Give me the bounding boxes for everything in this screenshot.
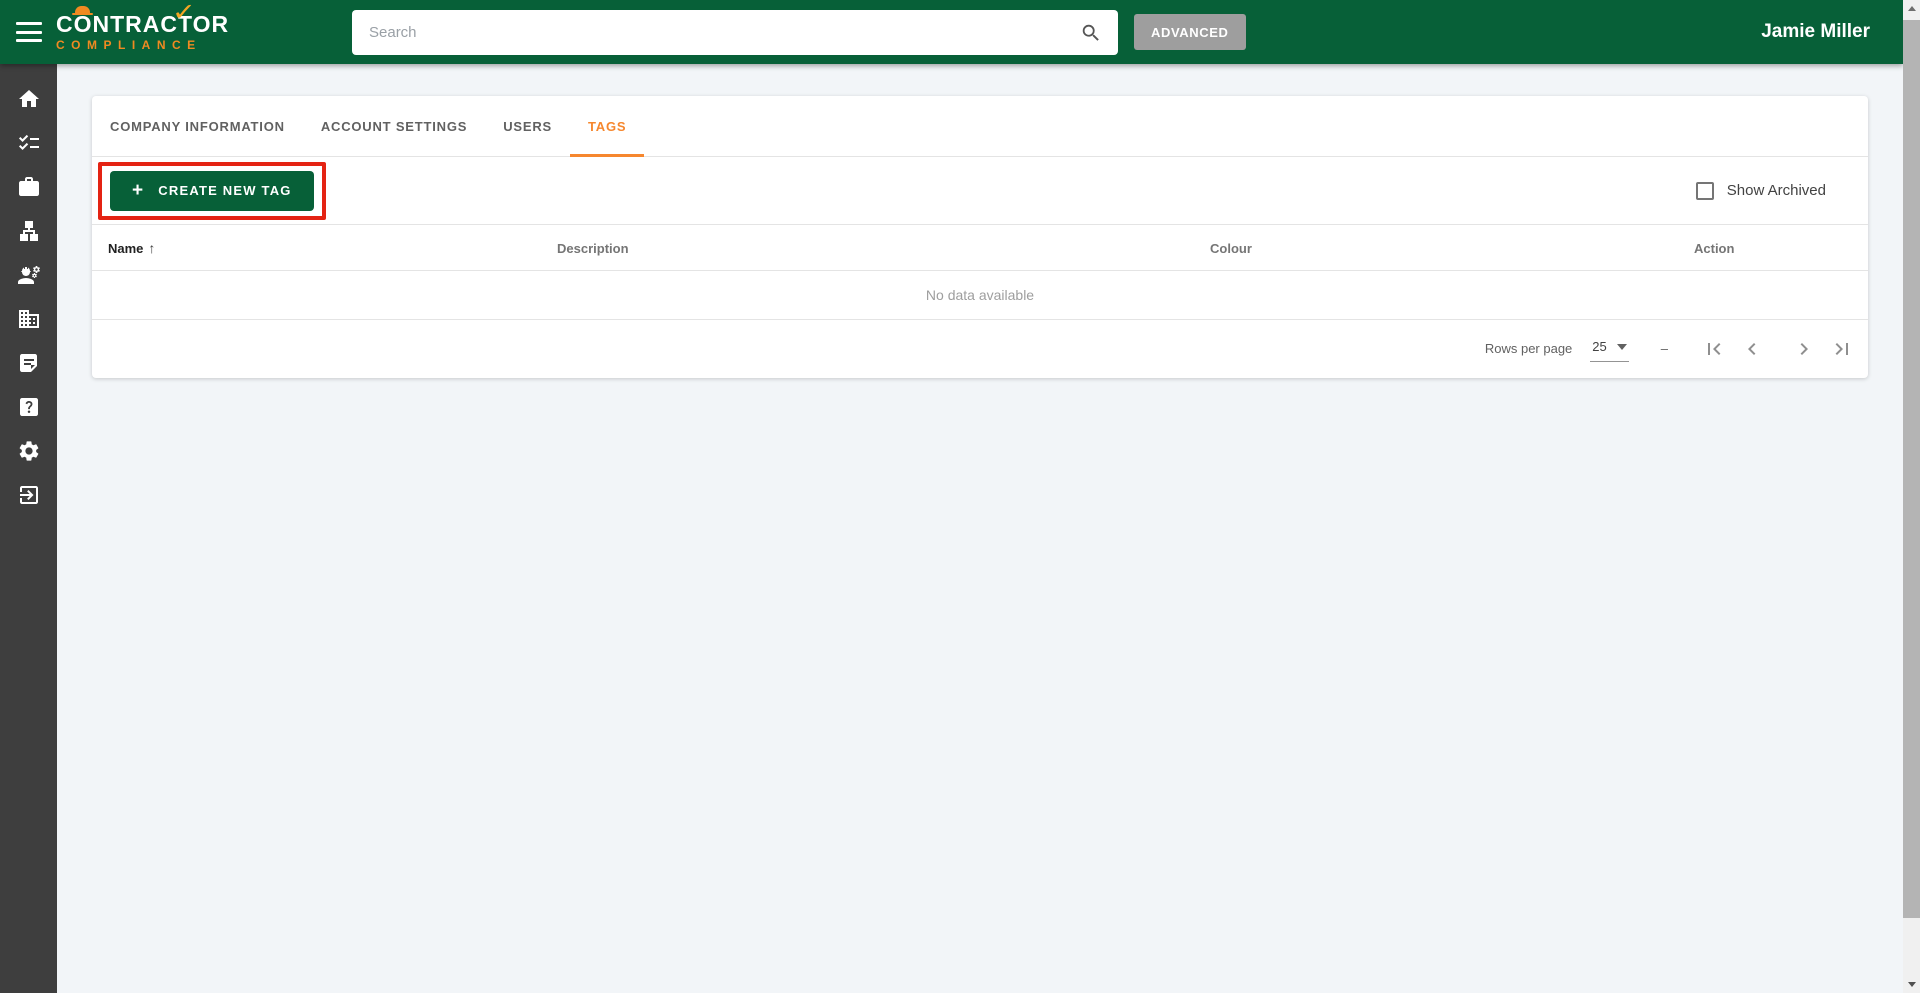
settings-card: COMPANY INFORMATION ACCOUNT SETTINGS USE…	[92, 96, 1868, 378]
annotation-highlight: + CREATE NEW TAG	[98, 161, 326, 220]
show-archived-control[interactable]: Show Archived	[1695, 181, 1826, 200]
tab-bar: COMPANY INFORMATION ACCOUNT SETTINGS USE…	[92, 96, 1868, 157]
document-icon	[19, 354, 37, 372]
settings-gear-icon	[19, 441, 38, 461]
briefcase-icon	[18, 177, 39, 196]
sidebar-item-logout[interactable]	[0, 473, 57, 517]
check-mark-icon: ✓	[171, 0, 198, 26]
rows-per-page-label: Rows per page	[1484, 341, 1573, 356]
create-new-tag-button[interactable]: + CREATE NEW TAG	[110, 170, 314, 211]
tab-account-settings[interactable]: ACCOUNT SETTINGS	[303, 96, 485, 156]
sidebar-item-help[interactable]	[0, 385, 57, 429]
advanced-search-button[interactable]: ADVANCED	[1134, 14, 1246, 50]
empty-table-message: No data available	[92, 271, 1868, 320]
tab-users[interactable]: USERS	[485, 96, 570, 156]
building-icon	[18, 310, 39, 328]
tab-company-information[interactable]: COMPANY INFORMATION	[92, 96, 303, 156]
logo-line-1: CONTRACTOR ✓	[56, 0, 230, 37]
last-page-button[interactable]	[1830, 337, 1854, 361]
tags-table-header: Name ↑ Description Colour Action	[92, 225, 1868, 271]
scroll-up-icon[interactable]	[1903, 0, 1920, 17]
logo-line-2: COMPLIANCE	[56, 38, 202, 52]
app-header: CONTRACTOR ✓ COMPLIANCE ADVANCED Jamie M…	[0, 0, 1903, 64]
column-header-name[interactable]: Name ↑	[108, 225, 155, 271]
column-header-description[interactable]: Description	[557, 225, 629, 271]
org-chart-icon	[19, 221, 38, 241]
home-icon	[18, 90, 39, 107]
sidebar-item-settings[interactable]	[0, 429, 57, 473]
page-scrollbar[interactable]	[1903, 0, 1920, 993]
show-archived-checkbox[interactable]	[1695, 181, 1714, 200]
checklist-icon	[18, 134, 39, 150]
main-content: COMPANY INFORMATION ACCOUNT SETTINGS USE…	[57, 64, 1903, 993]
sidebar-item-org-chart[interactable]	[0, 209, 57, 253]
worker-icon	[17, 266, 40, 284]
scroll-down-icon[interactable]	[1903, 976, 1920, 993]
previous-page-button[interactable]	[1740, 337, 1764, 361]
create-new-tag-label: CREATE NEW TAG	[158, 183, 292, 198]
rows-per-page-value: 25	[1592, 339, 1607, 354]
hard-hat-icon	[72, 6, 93, 15]
search-input[interactable]	[352, 24, 1080, 41]
pagination-nav	[1702, 337, 1854, 361]
app-logo: CONTRACTOR ✓ COMPLIANCE	[56, 0, 230, 52]
chevron-right-icon	[1800, 342, 1808, 355]
sidebar-item-home[interactable]	[0, 77, 57, 121]
sidebar-item-contractors[interactable]	[0, 253, 57, 297]
sidebar-item-companies[interactable]	[0, 297, 57, 341]
search-box	[352, 10, 1118, 55]
first-page-button[interactable]	[1702, 337, 1726, 361]
sort-ascending-icon: ↑	[148, 240, 156, 256]
column-header-colour[interactable]: Colour	[1210, 225, 1252, 271]
tab-tags[interactable]: TAGS	[570, 96, 645, 157]
sidebar-item-jobs[interactable]	[0, 165, 57, 209]
logout-icon	[19, 486, 38, 504]
sidebar-nav	[0, 64, 57, 993]
first-page-icon	[1708, 342, 1721, 355]
next-page-button[interactable]	[1792, 337, 1816, 361]
sidebar-item-documents[interactable]	[0, 341, 57, 385]
last-page-icon	[1835, 342, 1848, 355]
tags-toolbar: + CREATE NEW TAG Show Archived	[92, 157, 1868, 225]
page-range-label: –	[1660, 341, 1668, 356]
user-name[interactable]: Jamie Miller	[1761, 0, 1870, 64]
search-icon[interactable]	[1080, 22, 1102, 44]
rows-per-page-select[interactable]: 25	[1590, 335, 1629, 362]
column-header-action[interactable]: Action	[1694, 225, 1734, 271]
scrollbar-thumb[interactable]	[1903, 20, 1920, 918]
plus-icon: +	[132, 180, 145, 201]
pagination-bar: Rows per page 25 –	[92, 320, 1868, 377]
hamburger-menu-icon[interactable]	[16, 22, 42, 42]
show-archived-label: Show Archived	[1726, 182, 1826, 199]
sidebar-item-tasks[interactable]	[0, 121, 57, 165]
chevron-left-icon	[1748, 342, 1756, 355]
help-icon	[19, 398, 38, 416]
chevron-down-icon	[1616, 343, 1627, 350]
